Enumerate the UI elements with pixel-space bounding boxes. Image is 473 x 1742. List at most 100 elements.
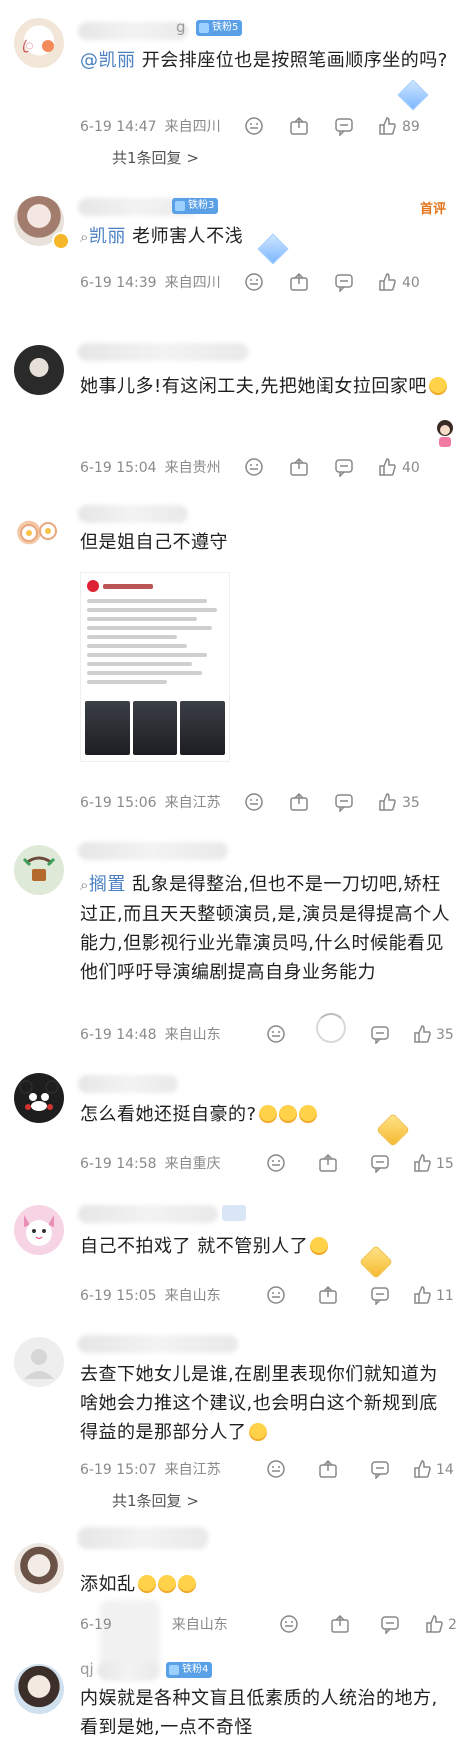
comment-body: 老师害人不浅	[125, 226, 244, 247]
view-replies-link[interactable]: 共1条回复 >	[112, 148, 199, 168]
avatar[interactable]	[14, 1337, 64, 1387]
svg-text:ꦿ: ꦿ	[22, 38, 34, 54]
like-button[interactable]	[377, 116, 397, 138]
dislike-button[interactable]	[266, 1285, 286, 1307]
like-button[interactable]	[377, 457, 397, 479]
username-prefix[interactable]: qj	[80, 1660, 94, 1678]
avatar[interactable]	[14, 845, 64, 895]
like-button[interactable]	[424, 1614, 444, 1636]
comment-meta: 6-19 15:05 来自山东	[80, 1285, 221, 1307]
share-icon	[319, 1459, 337, 1478]
like-button[interactable]	[412, 1459, 432, 1481]
username-hidden[interactable]	[78, 1527, 208, 1549]
share-button[interactable]	[318, 1153, 338, 1175]
fan-badge-label: 铁粉4	[182, 1664, 209, 1675]
share-icon	[290, 272, 308, 291]
comment-button[interactable]	[370, 1024, 390, 1046]
share-button[interactable]	[289, 457, 309, 479]
like-button[interactable]	[377, 792, 397, 814]
like-icon	[379, 458, 396, 476]
image-header	[87, 579, 223, 593]
fan-badge: 铁粉5	[196, 20, 243, 36]
comment-date: 6-19 15:06	[80, 795, 157, 811]
comment-location: 来自江苏	[164, 1462, 221, 1478]
like-button[interactable]	[412, 1285, 432, 1307]
comment-meta: 6-19 14:48 来自山东	[80, 1024, 221, 1046]
mention-link[interactable]: 搁置	[89, 874, 126, 895]
comment-location: 来自重庆	[164, 1156, 221, 1172]
view-replies-link[interactable]: 共1条回复 >	[112, 1491, 199, 1511]
dislike-icon	[267, 1460, 285, 1478]
like-count: 35	[436, 1027, 454, 1043]
comment-date: 6-19 14:47	[80, 119, 157, 135]
username-hidden[interactable]	[78, 1075, 178, 1093]
username-hidden[interactable]	[78, 343, 248, 361]
mention-link[interactable]: 凯丽	[89, 226, 126, 247]
dislike-button[interactable]	[279, 1614, 299, 1636]
dislike-button[interactable]	[266, 1153, 286, 1175]
comment-button[interactable]	[370, 1153, 390, 1175]
comment-meta: 6-19 15:04 来自贵州	[80, 457, 221, 479]
comment-button[interactable]	[334, 792, 354, 814]
comment-button[interactable]	[334, 272, 354, 294]
image-title	[103, 583, 153, 589]
dislike-button[interactable]	[244, 116, 264, 138]
share-icon	[290, 457, 308, 476]
comment-button[interactable]	[334, 116, 354, 138]
fan-badge: 铁粉4	[166, 1662, 213, 1678]
username-hidden[interactable]	[78, 1335, 238, 1353]
comment-text: 去查下她女儿是谁,在剧里表现你们就知道为啥她会力推这个建议,也会明白这个新规到底…	[80, 1360, 452, 1447]
avatar[interactable]	[14, 505, 64, 555]
like-count: 15	[436, 1156, 454, 1172]
username-hidden[interactable]	[98, 1662, 158, 1680]
comment-text: ⌕搁置 乱象是得整治,但也不是一刀切吧,矫枉过正,而且天天整顿演员,是,演员是得…	[80, 870, 452, 987]
crying-emoji-icon	[177, 1575, 196, 1593]
comment-icon	[381, 1616, 399, 1634]
comment-location: 来自四川	[164, 275, 221, 291]
search-icon: ⌕	[80, 876, 89, 894]
share-button[interactable]	[330, 1614, 350, 1636]
comment-icon	[335, 118, 353, 136]
comment-button[interactable]	[380, 1614, 400, 1636]
username-hidden[interactable]	[78, 1205, 218, 1223]
share-button[interactable]	[289, 116, 309, 138]
mention-link[interactable]: @凯丽	[80, 50, 136, 71]
surprised-emoji-icon	[310, 1237, 329, 1255]
like-icon	[379, 793, 396, 811]
dislike-button[interactable]	[244, 457, 264, 479]
avatar[interactable]	[14, 1205, 64, 1255]
share-button[interactable]	[318, 1459, 338, 1481]
avatar[interactable]	[14, 1543, 64, 1593]
username-hidden[interactable]	[78, 505, 188, 523]
share-button[interactable]	[318, 1285, 338, 1307]
like-button[interactable]	[377, 272, 397, 294]
comment-body: 但是姐自己不遵守	[80, 532, 228, 553]
dislike-button[interactable]	[266, 1024, 286, 1046]
avatar[interactable]	[14, 345, 64, 395]
username-hidden[interactable]	[78, 22, 188, 40]
loading-spinner-icon	[316, 1013, 346, 1043]
username-hidden[interactable]	[78, 842, 228, 860]
attached-image[interactable]	[80, 572, 230, 762]
dislike-button[interactable]	[244, 792, 264, 814]
avatar[interactable]	[14, 1664, 64, 1714]
like-button[interactable]	[412, 1153, 432, 1175]
dislike-button[interactable]	[266, 1459, 286, 1481]
first-comment-tag: 首评	[420, 202, 447, 217]
dislike-icon	[280, 1615, 298, 1633]
share-button[interactable]	[289, 792, 309, 814]
comment-button[interactable]	[370, 1285, 390, 1307]
like-button[interactable]	[412, 1024, 432, 1046]
dislike-button[interactable]	[244, 272, 264, 294]
comment-date: 6-19	[80, 1617, 112, 1633]
comment-button[interactable]	[334, 457, 354, 479]
username-tail[interactable]: g	[176, 18, 186, 36]
comment-body: 她事儿多!有这闲工夫,先把她闺女拉回家吧	[80, 376, 427, 397]
avatar[interactable]	[14, 1073, 64, 1123]
comment-button[interactable]	[370, 1459, 390, 1481]
share-icon	[290, 792, 308, 811]
share-button[interactable]	[289, 272, 309, 294]
comment-location: 来自贵州	[164, 460, 221, 476]
chevron-right-icon: >	[186, 149, 199, 167]
avatar[interactable]: ꦿ	[14, 18, 64, 68]
